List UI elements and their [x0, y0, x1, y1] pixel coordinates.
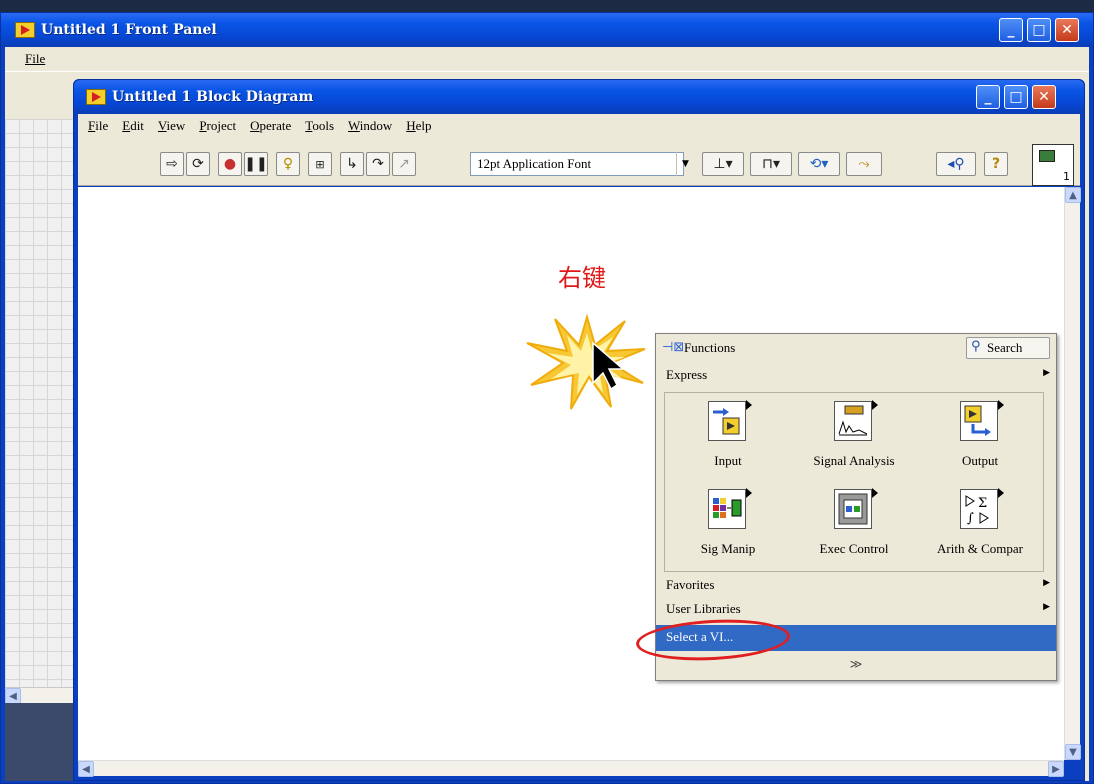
- submenu-arrow-icon: ▶: [1043, 578, 1050, 588]
- right-click-annotation: 右键: [558, 264, 606, 292]
- front-panel-hscrollbar[interactable]: ◀: [5, 687, 77, 704]
- block-diagram-title: Untitled 1 Block Diagram: [112, 89, 314, 105]
- arith-compar-icon: Σ ∫: [960, 488, 1004, 529]
- block-diagram-toolbar: ⇨ ⟳ ● ❚❚ ♀ ⊞ ↳ ↷ ↗ 12pt Application Font…: [78, 138, 1080, 186]
- submenu-arrow-icon: ▶: [1043, 602, 1050, 612]
- front-panel-titlebar[interactable]: Untitled 1 Front Panel _ □ ✕: [1, 13, 1093, 47]
- tile-label: Output: [961, 453, 999, 468]
- scroll-left-icon[interactable]: ◀: [5, 688, 21, 704]
- run-continuous-icon[interactable]: ⟳: [186, 152, 210, 176]
- svg-text:Σ: Σ: [978, 496, 987, 511]
- functions-palette-title: Functions: [684, 340, 736, 355]
- reorder-icon[interactable]: ⟲▾: [798, 152, 840, 176]
- scroll-down-icon[interactable]: ▼: [1065, 744, 1081, 760]
- tile-label: Signal Analysis: [813, 453, 895, 468]
- labview-vi-icon: [15, 22, 35, 38]
- menu-tools[interactable]: Tools: [305, 118, 334, 134]
- scroll-right-icon[interactable]: ▶: [1048, 761, 1064, 777]
- tile-signal-analysis[interactable]: Signal Analysis: [791, 393, 917, 481]
- labview-vi-icon: [86, 89, 106, 105]
- user-libraries-label: User Libraries: [666, 601, 741, 616]
- tile-label: Sig Manip: [700, 541, 756, 556]
- search-label: Search: [987, 340, 1023, 355]
- search-icon: ⚲: [971, 339, 981, 354]
- maximize-button[interactable]: □: [1027, 18, 1051, 42]
- vi-connector-icon[interactable]: 1: [1032, 144, 1074, 186]
- align-icon[interactable]: ⊥▾: [702, 152, 744, 176]
- scroll-up-icon[interactable]: ▲: [1065, 187, 1081, 203]
- front-panel-menubar: File: [5, 47, 1089, 71]
- express-palette-grid: Input Signal Analysis Output Sig Manip E…: [664, 392, 1044, 572]
- scroll-left-icon[interactable]: ◀: [78, 761, 94, 777]
- tile-input[interactable]: Input: [665, 393, 791, 481]
- waveform-icon: [1039, 150, 1055, 162]
- block-diagram-titlebar[interactable]: Untitled 1 Block Diagram _ □ ✕: [74, 80, 1084, 114]
- run-arrow-icon[interactable]: ⇨: [160, 152, 184, 176]
- palette-category-express[interactable]: Express ▶: [656, 364, 1056, 386]
- menu-file[interactable]: File: [25, 51, 45, 66]
- svg-text:∫: ∫: [967, 511, 974, 526]
- input-icon: [708, 400, 752, 441]
- vi-icon-number: 1: [1063, 170, 1070, 183]
- step-out-icon[interactable]: ↗: [392, 152, 416, 176]
- step-into-icon[interactable]: ↳: [340, 152, 364, 176]
- close-button[interactable]: ✕: [1032, 85, 1056, 109]
- pin-icon[interactable]: ⊣⊠: [662, 340, 684, 355]
- tile-label: Input: [714, 453, 742, 468]
- block-diagram-hscrollbar[interactable]: ◀ ▶: [78, 760, 1064, 777]
- output-icon: [960, 400, 1004, 441]
- functions-palette-header: ⊣⊠ Functions ⚲ Search: [656, 334, 1056, 362]
- front-panel-title: Untitled 1 Front Panel: [41, 22, 217, 38]
- menu-project[interactable]: Project: [199, 118, 236, 134]
- minimize-button[interactable]: _: [976, 85, 1000, 109]
- menu-window[interactable]: Window: [348, 118, 392, 134]
- palette-category-user-libraries[interactable]: User Libraries ▶: [656, 598, 1056, 620]
- front-panel-lower-area: [5, 703, 77, 781]
- tile-arith-compar[interactable]: Σ ∫ Arith & Compar: [917, 481, 1043, 569]
- block-diagram-menubar: File Edit View Project Operate Tools Win…: [78, 114, 1080, 138]
- tile-output[interactable]: Output: [917, 393, 1043, 481]
- tile-label: Arith & Compar: [937, 541, 1023, 556]
- tile-exec-control[interactable]: Exec Control: [791, 481, 917, 569]
- zoom-icon[interactable]: ◂⚲: [936, 152, 976, 176]
- maximize-button[interactable]: □: [1004, 85, 1028, 109]
- submenu-arrow-icon: ▶: [1043, 368, 1050, 378]
- help-icon[interactable]: ?: [984, 152, 1008, 176]
- retain-wire-values-icon[interactable]: ⊞: [308, 152, 332, 176]
- abort-icon[interactable]: ●: [218, 152, 242, 176]
- minimize-button[interactable]: _: [999, 18, 1023, 42]
- tile-sig-manip[interactable]: Sig Manip: [665, 481, 791, 569]
- click-burst-icon: [526, 313, 646, 410]
- exec-control-icon: [834, 488, 878, 529]
- chevron-down-icon[interactable]: ▼: [676, 152, 694, 176]
- tile-label: Exec Control: [819, 541, 889, 556]
- sig-manip-icon: [708, 488, 752, 529]
- menu-file[interactable]: File: [88, 118, 108, 134]
- distribute-icon[interactable]: ⊓▾: [750, 152, 792, 176]
- menu-operate[interactable]: Operate: [250, 118, 291, 134]
- palette-category-favorites[interactable]: Favorites ▶: [656, 574, 1056, 596]
- step-over-icon[interactable]: ↷: [366, 152, 390, 176]
- favorites-label: Favorites: [666, 577, 715, 592]
- highlight-execution-icon[interactable]: ♀: [276, 152, 300, 176]
- cleanup-icon[interactable]: ⤳: [846, 152, 882, 176]
- signal-analysis-icon: [834, 400, 878, 441]
- font-select[interactable]: 12pt Application Font: [470, 152, 684, 176]
- express-label: Express: [666, 367, 708, 382]
- pause-icon[interactable]: ❚❚: [244, 152, 268, 176]
- close-button[interactable]: ✕: [1055, 18, 1079, 42]
- menu-help[interactable]: Help: [406, 118, 431, 134]
- menu-edit[interactable]: Edit: [122, 118, 144, 134]
- menu-view[interactable]: View: [158, 118, 185, 134]
- front-panel-grid[interactable]: [5, 119, 77, 687]
- block-diagram-vscrollbar[interactable]: ▲ ▼: [1064, 187, 1081, 760]
- search-button[interactable]: ⚲ Search: [966, 337, 1050, 359]
